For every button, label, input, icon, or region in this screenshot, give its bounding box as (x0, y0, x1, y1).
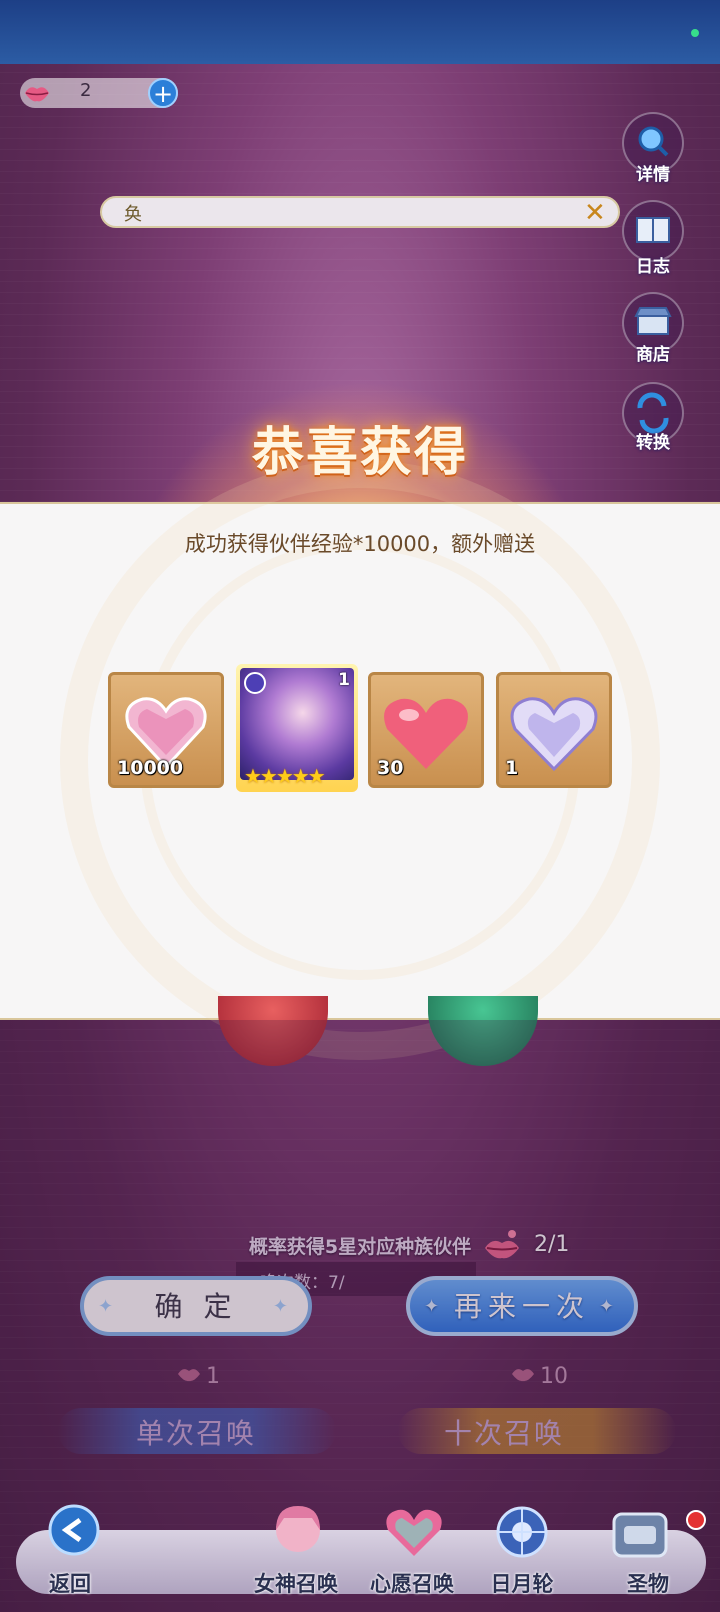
close-icon[interactable]: ✕ (584, 198, 606, 228)
confirm-label: 确 定 (154, 1290, 238, 1323)
sparkle-icon: ✦ (272, 1296, 294, 1317)
reward-subtitle: 成功获得伙伴经验*10000，额外赠送 (184, 532, 536, 556)
single-summon-cost: 1 (206, 1364, 220, 1389)
probability-text: 概率获得5星对应种族伙伴 (248, 1236, 472, 1258)
star-rating: ★★★★★ (244, 764, 326, 788)
item-quantity: 30 (377, 757, 404, 779)
reward-item-exp[interactable]: 10000 (108, 672, 224, 788)
hero-quantity: 1 (338, 670, 350, 690)
sun-moon-wheel-icon[interactable] (486, 1500, 558, 1562)
item-quantity: 10000 (117, 757, 184, 779)
details-label: 详情 (636, 165, 670, 185)
back-arrow-icon[interactable] (36, 1500, 108, 1562)
log-label: 日志 (636, 257, 670, 277)
nav-goddess-summon-label[interactable]: 女神召唤 (236, 1568, 356, 1598)
single-summon-label: 单次召唤 (136, 1417, 257, 1450)
reward-title: 恭喜获得 (251, 423, 468, 483)
search-input[interactable] (100, 196, 620, 228)
sparkle-icon: ✦ (424, 1296, 446, 1317)
relic-chest-icon[interactable] (604, 1500, 676, 1562)
notification-badge (686, 1510, 706, 1530)
confirm-button[interactable]: ✦ 确 定 ✦ (80, 1276, 312, 1336)
nav-wish-summon-label[interactable]: 心愿召唤 (352, 1568, 472, 1598)
sparkle-icon: ✦ (98, 1296, 120, 1317)
ticket-count: 2/1 (534, 1232, 570, 1257)
wish-heart-icon[interactable] (378, 1500, 450, 1562)
lips-icon (178, 1369, 200, 1382)
goddess-icon[interactable] (262, 1500, 334, 1562)
reward-item-hero[interactable]: 1 ★★★★★ (236, 664, 358, 792)
nav-back-label[interactable]: 返回 (10, 1568, 130, 1598)
ten-summon-label: 十次召唤 (444, 1417, 565, 1450)
lips-icon (25, 87, 49, 102)
ten-summon-cost: 10 (540, 1364, 568, 1389)
top-bar (0, 0, 720, 64)
search-text: 奂 (124, 204, 142, 225)
lips-icon (512, 1369, 534, 1382)
reward-item-heart[interactable]: 30 (368, 672, 484, 788)
summon-again-label: 再来一次 (453, 1290, 590, 1323)
add-currency-button[interactable]: + (148, 78, 178, 108)
status-dot (691, 29, 699, 37)
hero-portrait: 1 ★★★★★ (240, 668, 354, 788)
currency-value: 2 (80, 80, 92, 101)
nav-relic-label[interactable]: 圣物 (588, 1568, 708, 1598)
lips-ticket-icon (485, 1230, 519, 1259)
item-quantity: 1 (505, 757, 519, 779)
nav-sun-moon-label[interactable]: 日月轮 (462, 1568, 582, 1598)
reward-item-crystal[interactable]: 1 (496, 672, 612, 788)
summon-again-button[interactable]: ✦ 再来一次 ✦ (406, 1276, 638, 1336)
shop-label: 商店 (636, 345, 670, 365)
faction-badge-icon (244, 672, 266, 694)
title-container: 恭喜获得 (0, 410, 720, 485)
sparkle-icon: ✦ (598, 1296, 620, 1317)
